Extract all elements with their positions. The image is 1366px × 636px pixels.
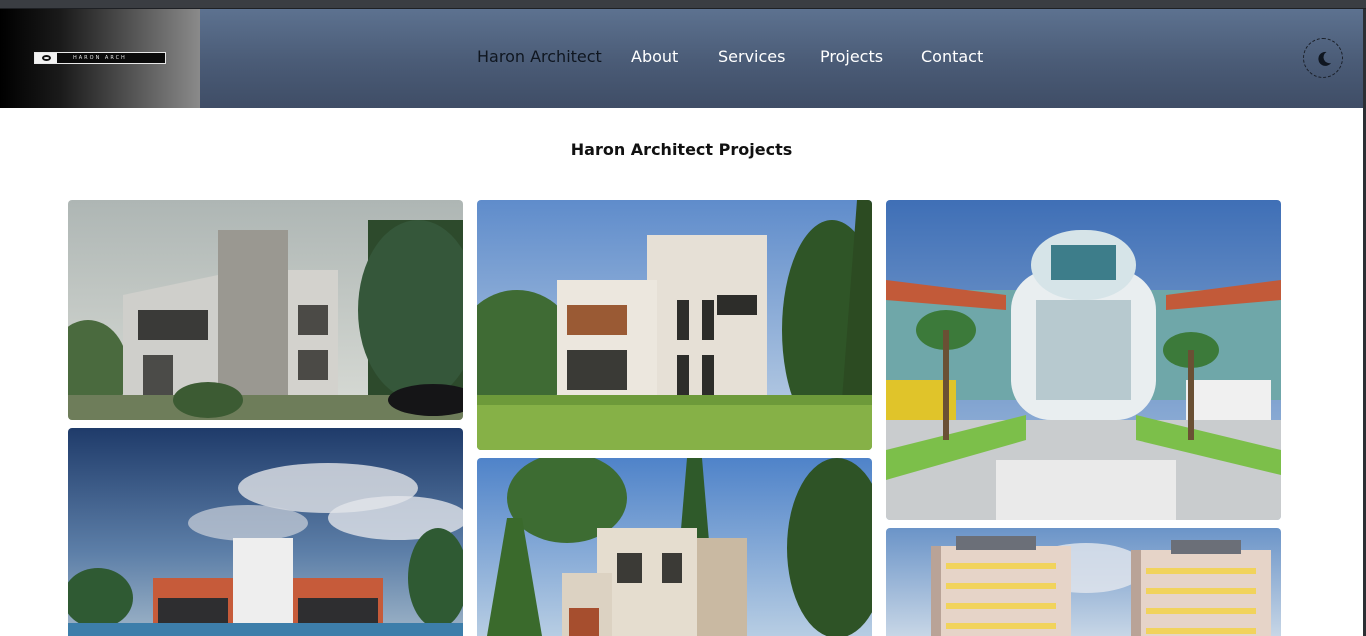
- project-image: [886, 200, 1281, 520]
- project-image: [477, 458, 872, 636]
- project-card-resort[interactable]: [68, 428, 463, 636]
- project-card-modern-house[interactable]: [68, 200, 463, 420]
- main-nav: Haron Architect About Services Projects …: [0, 9, 1363, 108]
- nav-about-link[interactable]: About: [631, 47, 678, 67]
- moon-icon: [1318, 51, 1331, 66]
- nav-contact-link[interactable]: Contact: [921, 47, 983, 67]
- project-card-bus-terminal[interactable]: [886, 200, 1281, 520]
- nav-projects-link[interactable]: Projects: [820, 47, 883, 67]
- project-card-apartments[interactable]: [886, 528, 1281, 636]
- project-image: [68, 200, 463, 420]
- page-title: Haron Architect Projects: [570, 140, 793, 159]
- project-image: [68, 428, 463, 636]
- nav-services-link[interactable]: Services: [718, 47, 785, 67]
- project-card-villa-pines[interactable]: [477, 458, 872, 636]
- site-header: HARON ARCH Haron Architect About Service…: [0, 9, 1363, 108]
- project-image: [477, 200, 872, 450]
- theme-toggle-button[interactable]: [1303, 38, 1343, 78]
- browser-top-strip: [0, 0, 1366, 9]
- project-image: [886, 528, 1281, 636]
- project-card-villa-garden[interactable]: [477, 200, 872, 450]
- nav-brand-link[interactable]: Haron Architect: [477, 47, 602, 67]
